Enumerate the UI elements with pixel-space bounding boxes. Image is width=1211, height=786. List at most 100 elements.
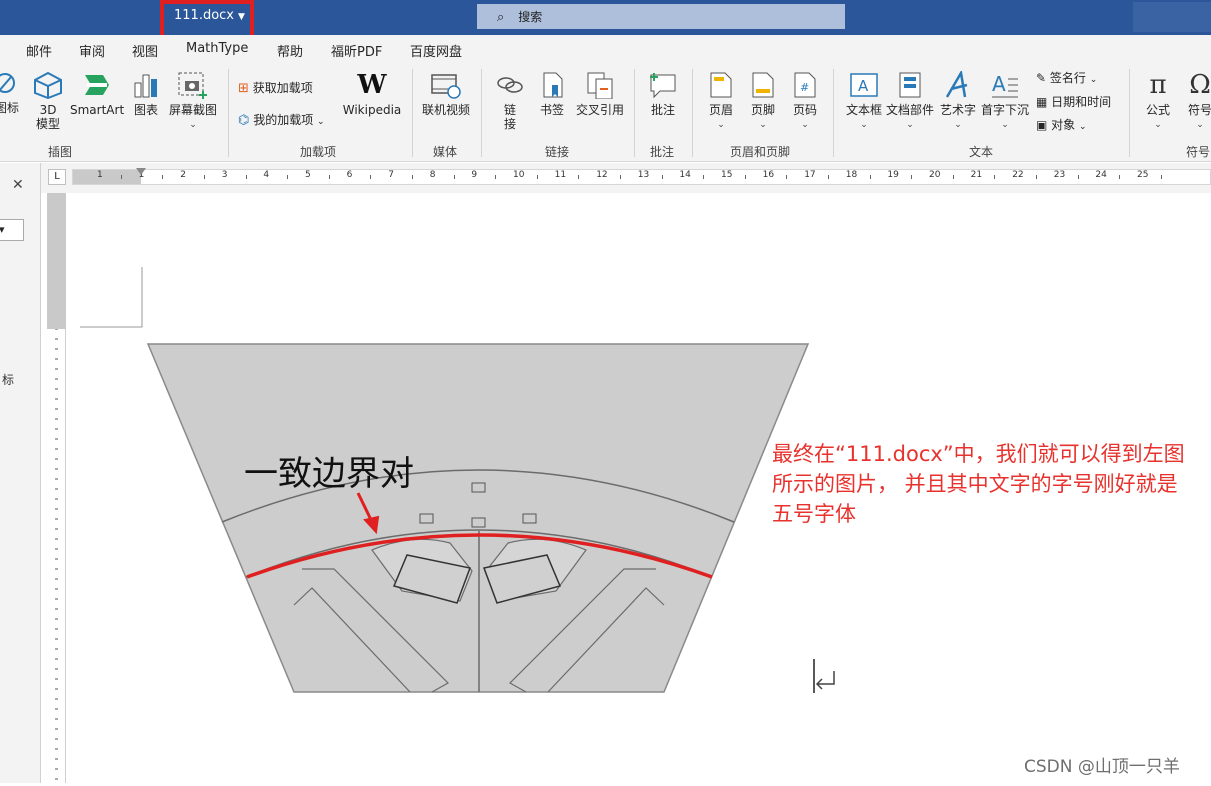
ruler-number: 2 [180, 170, 186, 180]
tab-baidu-netdisk[interactable]: 百度网盘 [410, 41, 462, 60]
ruler-number: 24 [1095, 170, 1107, 180]
tab-review[interactable]: 审阅 [79, 41, 105, 60]
ruler-tick [1160, 175, 1162, 179]
group-media: 媒体 [433, 145, 458, 159]
online-video-button[interactable]: 联机视频 [420, 71, 472, 117]
link-button[interactable]: 链 接 [494, 71, 526, 131]
document-name: 111.docx [174, 8, 234, 23]
icons-icon [0, 73, 15, 93]
ruler-tick [744, 175, 746, 179]
drop-cap-button[interactable]: A 首字下沉 ⌄ [980, 71, 1030, 132]
group-symbols: 符号 [1186, 145, 1211, 159]
drop-cap-icon: A [992, 72, 1018, 98]
chevron-down-icon: ⌄ [954, 120, 962, 130]
get-addins-button[interactable]: ⊞ 获取加载项 [238, 79, 313, 96]
tab-help[interactable]: 帮助 [277, 41, 303, 60]
tab-foxit-pdf[interactable]: 福昕PDF [331, 41, 382, 60]
ruler-number: 6 [346, 170, 353, 180]
get-addins-label: 获取加载项 [252, 81, 313, 95]
chevron-down-icon: ⌄ [1079, 122, 1087, 132]
my-addins-button[interactable]: ⌬ 我的加载项 ⌄ [238, 111, 325, 128]
footer-button[interactable]: 页脚 ⌄ [746, 71, 780, 132]
text-box-icon: A [850, 73, 878, 97]
ruler-tick [952, 175, 954, 179]
3d-model-button[interactable]: 3D 模型 [32, 71, 64, 131]
signature-line-icon: ✎ [1036, 71, 1047, 85]
page-number-icon: # [794, 72, 816, 98]
ruler-number: 5 [305, 170, 311, 180]
object-icon: ▣ [1036, 118, 1048, 132]
group-links: 链接 [545, 145, 570, 159]
signature-line-button[interactable]: ✎ 签名行 ⌄ [1036, 69, 1097, 86]
screenshot-button[interactable]: 屏幕截图 ⌄ [166, 71, 220, 132]
bookmark-button[interactable]: 书签 [536, 71, 568, 117]
footer-label: 页脚 [750, 103, 775, 117]
ruler-number: 13 [637, 170, 650, 180]
title-bar: 111.docx ▼ ⌕ 搜索 [0, 0, 1211, 41]
ruler-number: 1 [97, 170, 103, 180]
ruler-tick [120, 175, 122, 179]
tab-mailings[interactable]: 邮件 [26, 41, 52, 60]
ruler-number: 19 [887, 170, 899, 180]
group-divider [634, 69, 635, 157]
chart-button[interactable]: 图表 [130, 71, 162, 117]
equation-button[interactable]: π 公式 ⌄ [1140, 71, 1176, 132]
close-icon[interactable]: ✕ [12, 177, 24, 193]
wordart-icon [945, 71, 968, 98]
my-addins-label: 我的加载项 [253, 113, 314, 127]
group-divider [1129, 69, 1130, 157]
quick-parts-button[interactable]: 文档部件 ⌄ [884, 71, 936, 132]
svg-text:A: A [858, 77, 869, 95]
video-icon [431, 74, 461, 99]
text-box-button[interactable]: A 文本框 ⌄ [842, 71, 886, 132]
symbol-button[interactable]: Ω 符号 ⌄ [1182, 71, 1211, 132]
tab-mathtype[interactable]: MathType [186, 41, 248, 56]
screenshot-label: 屏幕截图 [168, 103, 217, 117]
svg-text:A: A [992, 72, 1006, 96]
group-illustrations: 插图 [48, 145, 73, 159]
ruler-margin [47, 193, 66, 329]
smartart-button[interactable]: SmartArt [70, 71, 124, 117]
text-box-label: 文本框 [845, 103, 882, 117]
page-number-label: 页码 [792, 103, 817, 117]
online-video-label: 联机视频 [421, 103, 470, 117]
indent-marker[interactable] [136, 168, 146, 175]
icons-label: 图标 [0, 101, 19, 115]
ruler-tick [703, 175, 705, 179]
horizontal-ruler[interactable]: 1 1 2 3 4 5 6 7 8 9 10 11 12 13 14 15 16 17 18 19 20 21 22 23 24… [72, 168, 1211, 185]
search-box[interactable]: ⌕ 搜索 [477, 4, 845, 29]
header-button[interactable]: 页眉 ⌄ [704, 71, 738, 132]
account-area[interactable] [1133, 2, 1211, 32]
ruler-tick [828, 175, 829, 179]
chevron-down-icon: ⌄ [1089, 75, 1098, 85]
ruler-number: 15 [721, 170, 733, 180]
group-divider [412, 69, 413, 157]
ruler-tick [245, 175, 247, 179]
new-comment-button[interactable]: 批注 [646, 71, 680, 117]
ruler-tick [162, 175, 164, 179]
chevron-down-icon: ⌄ [717, 120, 725, 130]
icons-button[interactable]: 图标 [0, 71, 20, 115]
tab-view[interactable]: 视图 [132, 41, 158, 60]
ruler-number: 3 [221, 170, 228, 180]
wikipedia-button[interactable]: W Wikipedia [340, 71, 404, 117]
ruler-tick [453, 175, 455, 179]
ruler-number: 17 [804, 170, 816, 180]
omega-icon: Ω [1189, 70, 1211, 100]
group-divider [481, 69, 482, 157]
vertical-ruler[interactable] [47, 193, 66, 783]
group-divider [228, 69, 229, 157]
ruler-number: 4 [263, 170, 270, 180]
cross-reference-button[interactable]: 交叉引用 [574, 71, 626, 117]
chevron-down-icon: ⌄ [189, 120, 197, 130]
pi-icon: π [1149, 70, 1167, 100]
object-button[interactable]: ▣ 对象 ⌄ [1036, 116, 1087, 133]
page-number-button[interactable]: # 页码 ⌄ [788, 71, 822, 132]
smartart-label: SmartArt [70, 103, 125, 117]
ruler-tick [412, 175, 413, 179]
store-icon: ⊞ [238, 81, 249, 96]
date-time-button[interactable]: ▦ 日期和时间 [1036, 93, 1111, 110]
pane-dropdown[interactable]: ▾ [0, 219, 24, 241]
tab-selector[interactable]: L [48, 169, 66, 185]
wordart-button[interactable]: 艺术字 ⌄ [937, 71, 979, 132]
